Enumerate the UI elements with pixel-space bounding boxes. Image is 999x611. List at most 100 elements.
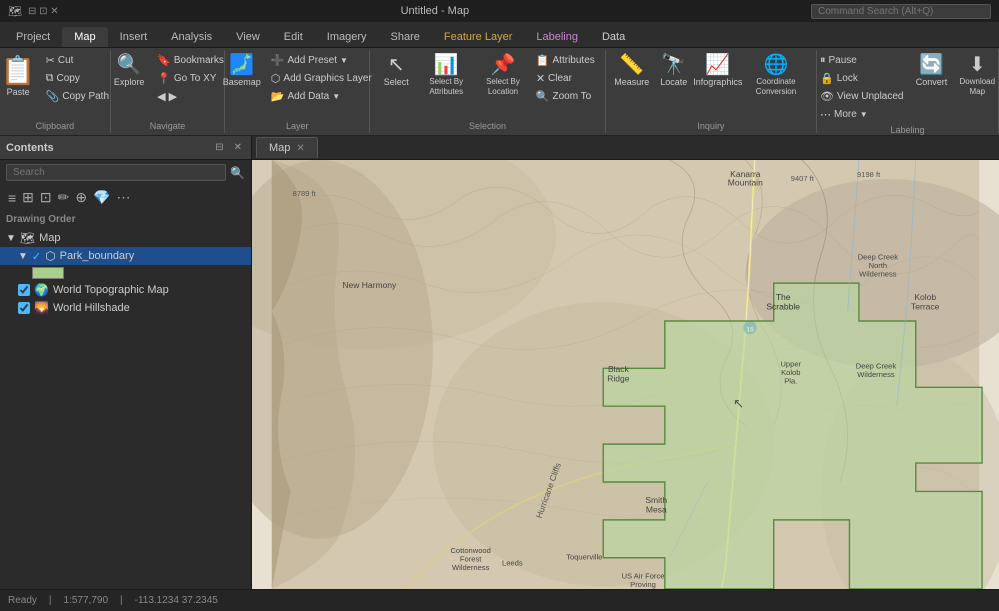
- nav-back-button[interactable]: ◀ ▶: [153, 88, 228, 105]
- grid-icon[interactable]: ⊞: [20, 187, 36, 208]
- navigate-col: 🔖 Bookmarks 📍 Go To XY ◀ ▶: [153, 52, 228, 105]
- measure-label: Measure: [614, 77, 649, 88]
- download-map-button[interactable]: ⬇ Download Map: [956, 52, 999, 99]
- panel-controls: ⊟ ✕: [212, 141, 245, 154]
- layer-item-park-boundary[interactable]: ▼ ✓ ⬡ Park_boundary: [0, 247, 251, 265]
- panel-close-icon[interactable]: ✕: [231, 141, 245, 154]
- map-canvas[interactable]: 15 Kanarra Mountain 9407 ft: [252, 160, 999, 589]
- measure-button[interactable]: 📏 Measure: [612, 52, 652, 91]
- world-hillshade-checkbox[interactable]: [18, 302, 30, 314]
- map-svg: 15 Kanarra Mountain 9407 ft: [252, 160, 999, 589]
- lock-icon: 🔒: [820, 72, 834, 85]
- svg-text:Proving: Proving: [630, 580, 656, 589]
- tab-view[interactable]: View: [224, 27, 272, 47]
- command-search-input[interactable]: [811, 4, 991, 19]
- copy-button[interactable]: ⧉ Copy: [42, 70, 113, 87]
- clipboard-group-label: Clipboard: [36, 121, 75, 131]
- more-label: More: [834, 109, 857, 120]
- tab-feature-layer[interactable]: Feature Layer: [432, 27, 524, 47]
- locate-icon: 🔭: [661, 55, 686, 75]
- copy-path-button[interactable]: 📎 Copy Path: [42, 88, 113, 105]
- map-tab[interactable]: Map ✕: [256, 137, 318, 158]
- svg-text:Mountain: Mountain: [728, 178, 763, 188]
- view-unplaced-icon: 👁: [820, 90, 834, 103]
- svg-text:Leeds: Leeds: [502, 558, 523, 567]
- infographics-button[interactable]: 📈 Infographics: [696, 52, 740, 91]
- contents-search-input[interactable]: [6, 164, 226, 181]
- zoom-to-icon: 🔍: [536, 90, 550, 103]
- filter-icon[interactable]: ⊡: [38, 187, 54, 208]
- explore-button[interactable]: 🔍 Explore: [107, 52, 151, 91]
- add-preset-button[interactable]: ➕ Add Preset ▼: [267, 52, 376, 69]
- ribbon-group-selection: ↖ Select 📊 Select By Attributes 📌 Select…: [370, 50, 605, 133]
- svg-text:Kolob: Kolob: [914, 292, 936, 302]
- more-button[interactable]: ⋯ More ▼: [816, 106, 908, 123]
- svg-text:8789 ft: 8789 ft: [293, 189, 317, 198]
- svg-text:Wilderness: Wilderness: [452, 563, 490, 572]
- layer-item-map[interactable]: ▼ 🗺 Map: [0, 229, 251, 247]
- select-by-location-button[interactable]: 📌 Select By Location: [476, 52, 530, 99]
- bookmarks-button[interactable]: 🔖 Bookmarks: [153, 52, 228, 69]
- map-tab-close-icon[interactable]: ✕: [296, 143, 304, 154]
- goto-icon: 📍: [157, 72, 171, 85]
- clear-button[interactable]: ✕ Clear: [532, 70, 599, 87]
- paste-button[interactable]: 📋 Paste: [0, 52, 40, 99]
- status-separator: |: [49, 595, 52, 606]
- basemap-button[interactable]: 🗾 Basemap: [219, 52, 265, 91]
- world-hillshade-name: World Hillshade: [53, 302, 130, 314]
- ribbon-toolbar: 📋 Paste ✂ Cut ⧉ Copy 📎 Copy Path Clipboa…: [0, 48, 999, 136]
- layer-item-world-topo[interactable]: 🌍 World Topographic Map: [0, 281, 251, 299]
- park-boundary-name: Park_boundary: [60, 250, 135, 262]
- lock-button[interactable]: 🔒 Lock: [816, 70, 908, 87]
- panel-auto-hide-icon[interactable]: ⊟: [212, 141, 226, 154]
- view-unplaced-button[interactable]: 👁 View Unplaced: [816, 88, 908, 105]
- check-visible-icon: ✓: [32, 250, 41, 263]
- add-graphics-icon: ⬡: [271, 72, 281, 85]
- draw-icon[interactable]: ✏: [56, 187, 72, 208]
- navigate-group-label: Navigate: [150, 121, 186, 131]
- svg-text:9407 ft: 9407 ft: [791, 174, 815, 183]
- copy-icon: ⧉: [46, 72, 54, 85]
- list-icon[interactable]: ≡: [6, 188, 18, 208]
- attributes-button[interactable]: 📋 Attributes: [532, 52, 599, 69]
- add-icon[interactable]: ⊕: [73, 187, 89, 208]
- svg-text:9198 ft: 9198 ft: [857, 170, 881, 179]
- tab-map[interactable]: Map: [62, 27, 107, 47]
- tab-imagery[interactable]: Imagery: [315, 27, 379, 47]
- convert-button[interactable]: 🔄 Convert: [910, 52, 954, 91]
- layer-item-world-hillshade[interactable]: 🌄 World Hillshade: [0, 299, 251, 317]
- infographics-label: Infographics: [693, 77, 742, 88]
- ribbon-group-navigate: 🔍 Explore 🔖 Bookmarks 📍 Go To XY ◀ ▶ Nav…: [111, 50, 226, 133]
- more-dropdown-icon: ▼: [860, 110, 868, 119]
- tab-edit[interactable]: Edit: [272, 27, 315, 47]
- search-icon: 🔍: [230, 166, 245, 180]
- more-icon[interactable]: ⋯: [115, 187, 133, 208]
- pause-button[interactable]: ⏸ Pause: [816, 52, 908, 69]
- panel-header: Contents ⊟ ✕: [0, 136, 251, 160]
- svg-text:The: The: [776, 292, 791, 302]
- command-search[interactable]: [811, 4, 991, 19]
- cut-button[interactable]: ✂ Cut: [42, 52, 113, 69]
- locate-button[interactable]: 🔭 Locate: [654, 52, 694, 91]
- main-area: Contents ⊟ ✕ 🔍 ≡ ⊞ ⊡ ✏ ⊕ 💎 ⋯ Drawing Ord…: [0, 136, 999, 589]
- tab-project[interactable]: Project: [4, 27, 62, 47]
- zoom-to-button[interactable]: 🔍 Zoom To: [532, 88, 599, 105]
- world-topo-checkbox[interactable]: [18, 284, 30, 296]
- select-button[interactable]: ↖ Select: [376, 52, 416, 91]
- style-icon[interactable]: 💎: [91, 187, 112, 208]
- tab-analysis[interactable]: Analysis: [159, 27, 224, 47]
- select-by-attributes-button[interactable]: 📊 Select By Attributes: [418, 52, 474, 99]
- tab-labeling[interactable]: Labeling: [524, 27, 590, 47]
- tab-insert[interactable]: Insert: [108, 27, 160, 47]
- ribbon-group-inquiry: 📏 Measure 🔭 Locate 📈 Infographics 🌐 Coor…: [606, 50, 817, 133]
- convert-icon: 🔄: [919, 55, 944, 75]
- tab-data[interactable]: Data: [590, 27, 637, 47]
- select-by-attr-label: Select By Attributes: [422, 77, 470, 96]
- tab-share[interactable]: Share: [379, 27, 432, 47]
- search-row: 🔍: [0, 160, 251, 185]
- add-graphics-layer-button[interactable]: ⬡ Add Graphics Layer: [267, 70, 376, 87]
- coordinate-conversion-button[interactable]: 🌐 Coordinate Conversion: [742, 52, 810, 99]
- goto-xy-button[interactable]: 📍 Go To XY: [153, 70, 228, 87]
- add-data-button[interactable]: 📂 Add Data ▼: [267, 88, 376, 105]
- svg-text:Smith: Smith: [645, 495, 667, 505]
